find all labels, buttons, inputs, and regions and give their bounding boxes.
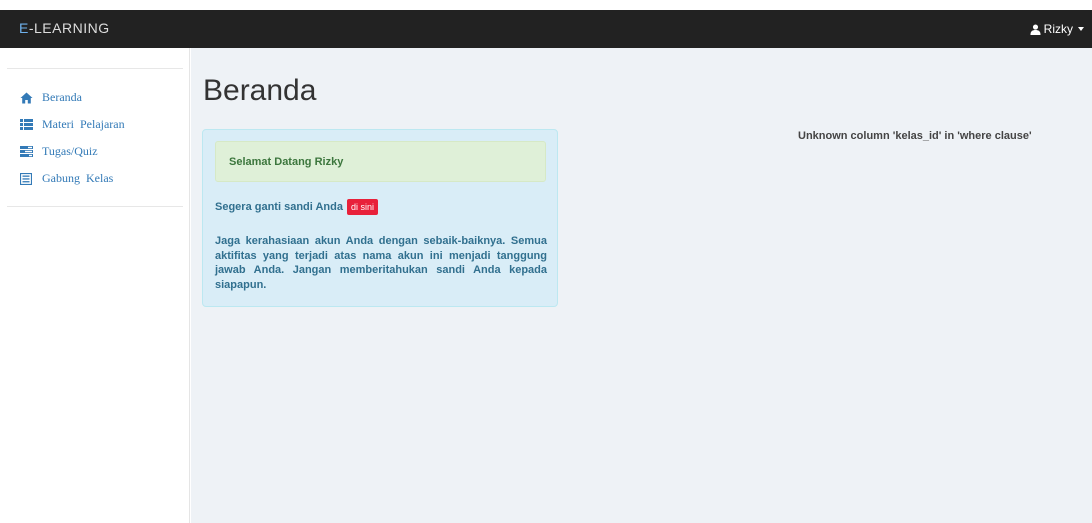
top-navbar: E-LEARNING Rizky bbox=[0, 10, 1092, 48]
sidebar-menu: Beranda Materi Pelajaran Tugas/Quiz Gabu… bbox=[7, 68, 183, 207]
sidebar-item-label: Materi Pelajaran bbox=[42, 117, 125, 131]
sidebar-item-label: Beranda bbox=[42, 90, 82, 104]
caret-down-icon bbox=[1078, 27, 1084, 31]
user-menu-dropdown[interactable]: Rizky bbox=[1030, 22, 1084, 36]
list-icon bbox=[19, 118, 33, 132]
sidebar: Beranda Materi Pelajaran Tugas/Quiz Gabu… bbox=[0, 48, 190, 523]
user-icon bbox=[1030, 23, 1041, 35]
change-password-line: Segera ganti sandi Anda di sini bbox=[215, 199, 378, 215]
info-panel: Selamat Datang Rizky Segera ganti sandi … bbox=[202, 129, 558, 307]
page-title: Beranda bbox=[203, 74, 317, 107]
welcome-text: Selamat Datang Rizky bbox=[229, 156, 344, 168]
sidebar-item-label: Gabung Kelas bbox=[42, 171, 114, 185]
sidebar-item-label: Tugas/Quiz bbox=[42, 144, 98, 158]
change-password-text: Segera ganti sandi Anda bbox=[215, 201, 343, 213]
main-content: Beranda Selamat Datang Rizky Segera gant… bbox=[191, 48, 1092, 523]
brand-text: -LEARNING bbox=[28, 20, 110, 36]
user-name: Rizky bbox=[1043, 22, 1073, 36]
error-message: Unknown column 'kelas_id' in 'where clau… bbox=[798, 130, 1032, 142]
change-password-link[interactable]: di sini bbox=[346, 199, 378, 215]
security-notice: Jaga kerahasiaan akun Anda dengan sebaik… bbox=[215, 235, 547, 291]
brand-logo[interactable]: E-LEARNING bbox=[19, 20, 110, 36]
welcome-alert: Selamat Datang Rizky bbox=[215, 141, 546, 182]
sidebar-item-beranda[interactable]: Beranda bbox=[7, 84, 183, 111]
book-icon bbox=[19, 172, 33, 186]
sidebar-item-gabung-kelas[interactable]: Gabung Kelas bbox=[7, 165, 183, 192]
tasks-icon bbox=[19, 145, 33, 159]
brand-accent: E bbox=[19, 20, 29, 36]
sidebar-item-materi-pelajaran[interactable]: Materi Pelajaran bbox=[7, 111, 183, 138]
sidebar-item-tugas-quiz[interactable]: Tugas/Quiz bbox=[7, 138, 183, 165]
home-icon bbox=[19, 91, 33, 105]
